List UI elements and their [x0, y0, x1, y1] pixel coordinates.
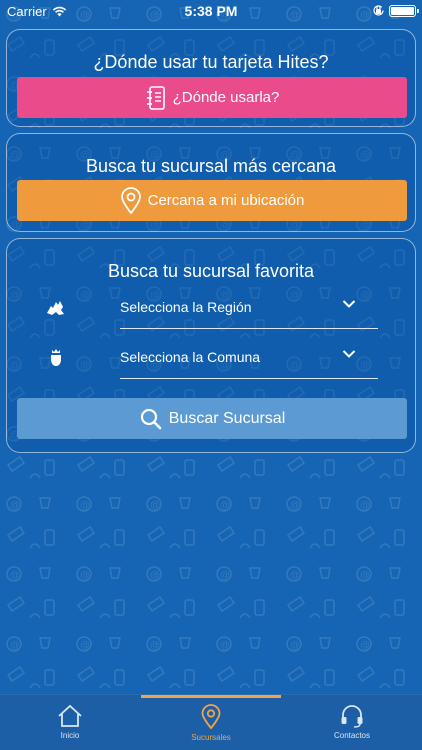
nearest-branch-title: Busca tu sucursal más cercana [85, 156, 337, 176]
orientation-lock-icon [373, 5, 384, 16]
search-branch-button-label: Buscar Sucursal [168, 409, 286, 427]
where-to-use-button-label: ¿Dónde usarla? [172, 89, 280, 106]
home-icon [58, 704, 82, 727]
tab-inicio-label: Inicio [60, 731, 80, 740]
where-to-use-button[interactable]: ¿Dónde usarla? [17, 77, 407, 118]
tab-contactos[interactable]: Contactos [282, 695, 422, 750]
tab-bar: Inicio Sucursales Contactos [0, 694, 422, 750]
comuna-select[interactable]: Selecciona la Comuna [120, 335, 378, 379]
status-bar: Carrier 5:38 PM [0, 0, 422, 22]
region-map-icon [47, 301, 64, 315]
location-pin-icon [201, 704, 221, 730]
tab-inicio[interactable]: Inicio [0, 695, 140, 750]
notebook-icon [146, 85, 165, 110]
comuna-select-row: Selecciona la Comuna [45, 335, 385, 379]
where-to-use-title: ¿Dónde usar tu tarjeta Hites? [93, 52, 329, 72]
location-pin-icon [120, 186, 141, 214]
nearest-location-button-label: Cercana a mi ubicación [147, 192, 305, 209]
region-select-label: Selecciona la Región [120, 299, 252, 315]
chevron-down-icon [342, 300, 356, 308]
tab-contactos-label: Contactos [333, 731, 371, 740]
comuna-emblem-icon [51, 349, 61, 366]
status-time: 5:38 PM [184, 3, 238, 19]
tab-sucursales[interactable]: Sucursales [141, 695, 281, 750]
chevron-down-icon [342, 350, 356, 358]
search-icon [140, 408, 162, 429]
nearest-branch-card: Busca tu sucursal más cercana Cercana a … [6, 133, 416, 232]
nearest-location-button[interactable]: Cercana a mi ubicación [17, 180, 407, 221]
favorite-branch-card: Busca tu sucursal favorita Selecciona la… [6, 238, 416, 453]
where-to-use-card: ¿Dónde usar tu tarjeta Hites? ¿Dónde usa… [6, 29, 416, 127]
favorite-branch-title: Busca tu sucursal favorita [107, 261, 315, 281]
region-select-row: Selecciona la Región [45, 285, 385, 329]
region-select[interactable]: Selecciona la Región [120, 285, 378, 329]
tab-sucursales-label: Sucursales [191, 733, 231, 742]
comuna-select-label: Selecciona la Comuna [120, 349, 261, 365]
battery-icon [389, 4, 419, 17]
search-branch-button[interactable]: Buscar Sucursal [17, 398, 407, 439]
headset-icon [341, 705, 363, 728]
status-right [372, 4, 419, 17]
